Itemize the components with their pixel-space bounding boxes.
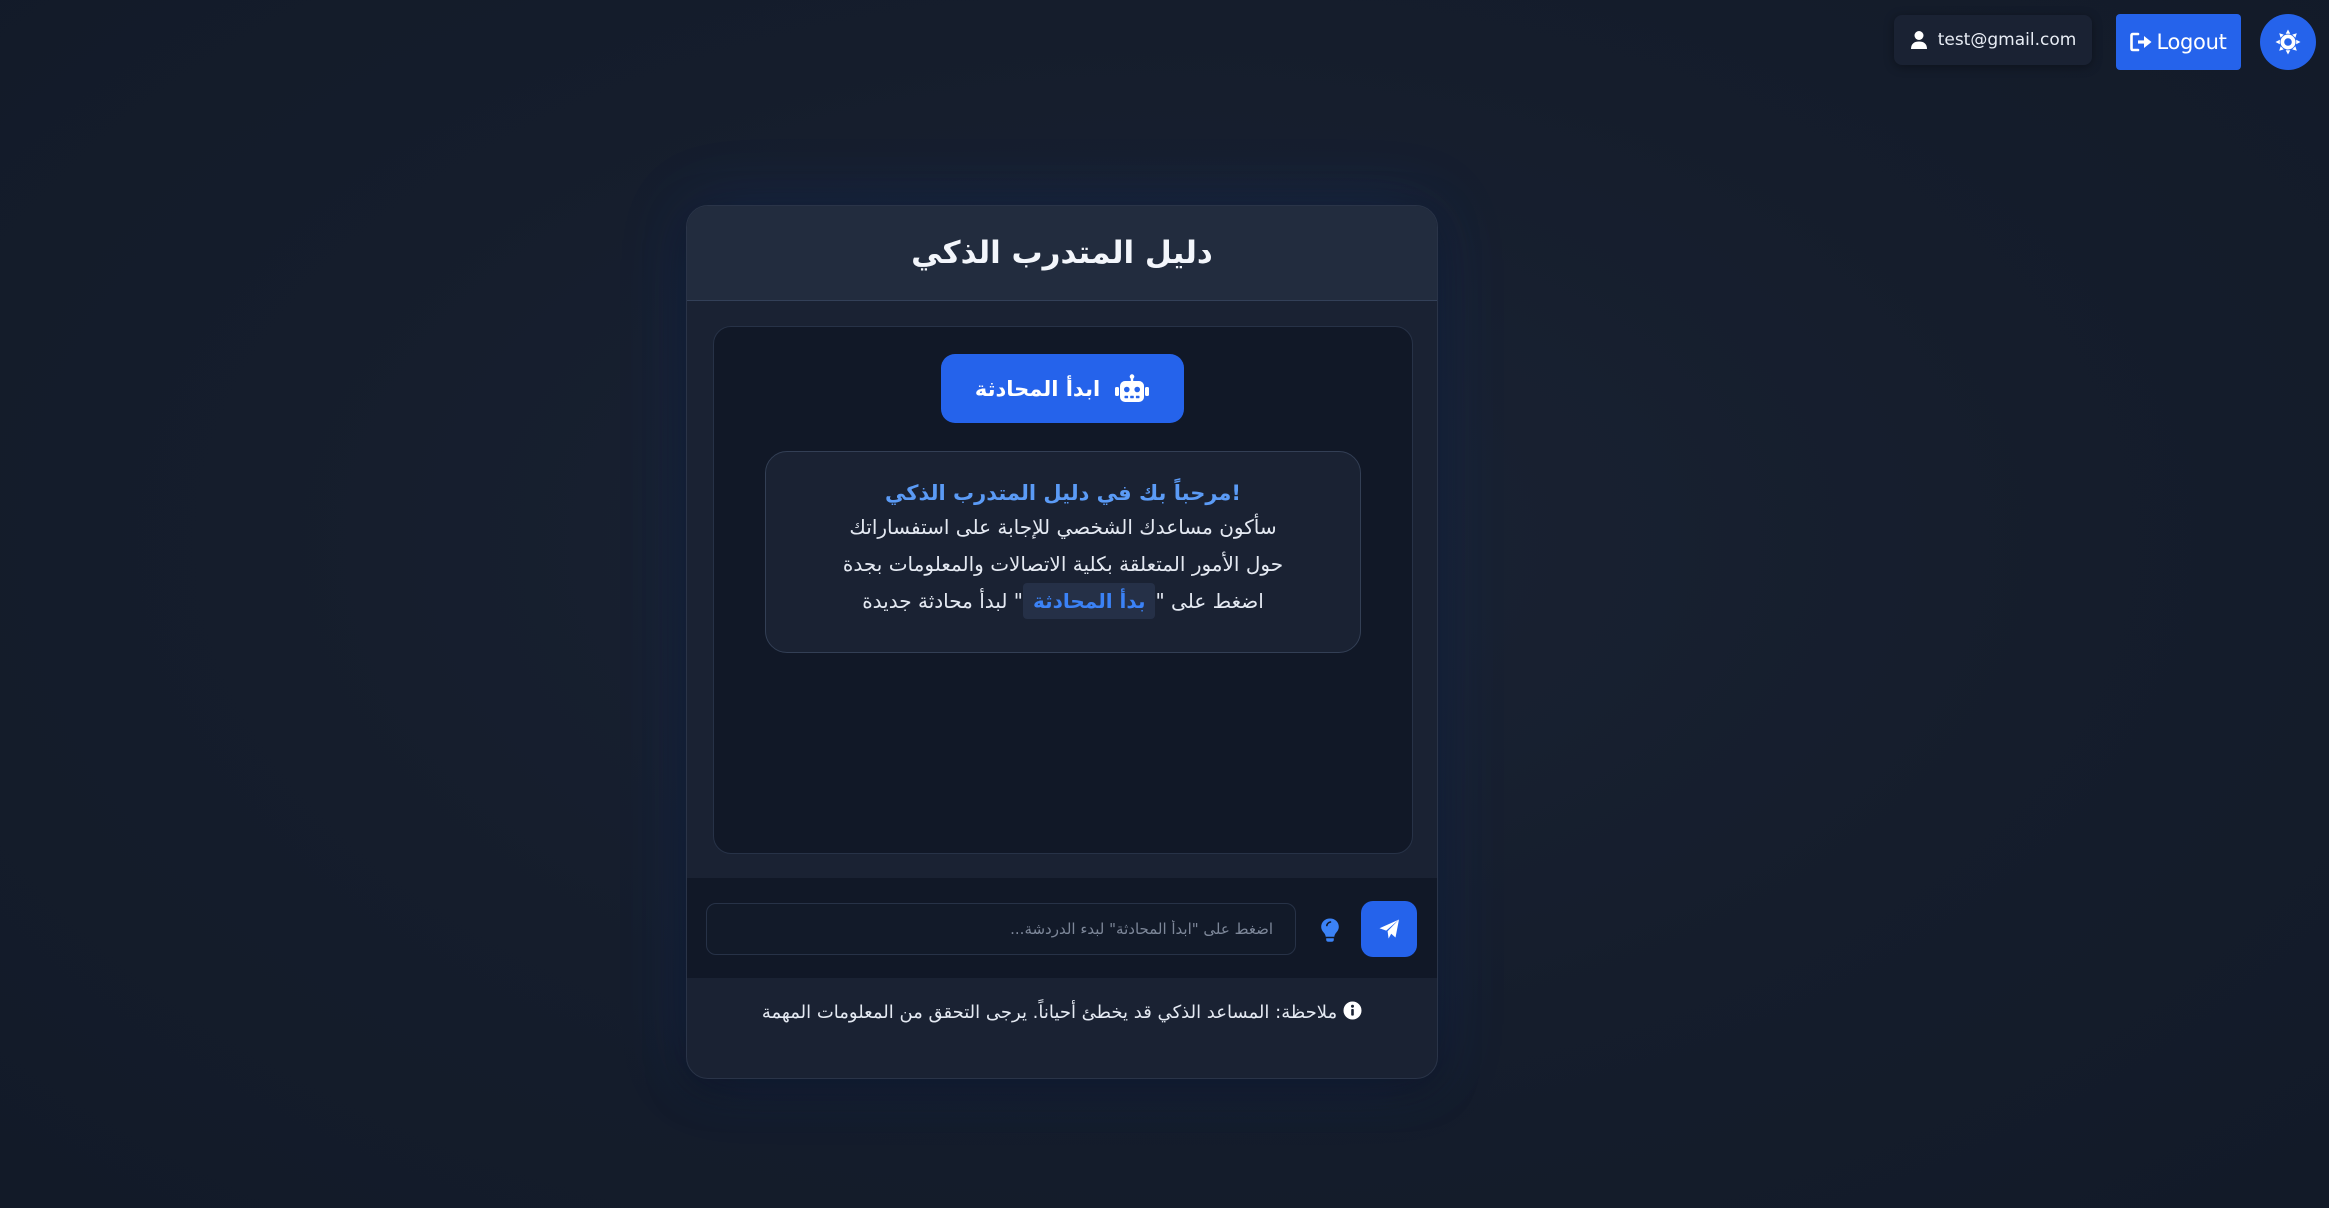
welcome-line-3: اضغط على "بدأ المحادثة" لبدأ محادثة جديد… bbox=[766, 582, 1360, 620]
user-email: test@gmail.com bbox=[1937, 30, 2077, 50]
logout-icon bbox=[2130, 32, 2152, 52]
card-header: دليل المتدرب الذكي bbox=[687, 206, 1437, 301]
lightbulb-icon bbox=[1321, 918, 1339, 942]
logout-button[interactable]: Logout bbox=[2116, 14, 2241, 70]
user-account-chip[interactable]: test@gmail.com bbox=[1894, 15, 2092, 65]
start-chat-label: ابدأ المحادثة bbox=[974, 376, 1101, 401]
chat-messages-area[interactable]: ابدأ المحادثة !مرحباً بك في دليل المتدرب… bbox=[713, 326, 1413, 854]
start-chat-highlight: بدأ المحادثة bbox=[1022, 583, 1156, 619]
message-input-bar bbox=[687, 878, 1437, 978]
user-icon bbox=[1910, 31, 1927, 49]
welcome-message: !مرحباً بك في دليل المتدرب الذكي سأكون م… bbox=[765, 451, 1361, 653]
disclaimer-text: ملاحظة: المساعد الذكي قد يخطئ أحياناً. ي… bbox=[761, 1002, 1338, 1023]
message-input[interactable] bbox=[706, 903, 1296, 955]
welcome-line-3-prefix: اضغط على " bbox=[1155, 589, 1264, 613]
logout-label: Logout bbox=[2156, 30, 2227, 54]
chat-card: دليل المتدرب الذكي ابدأ المحادثة !مرحباً… bbox=[686, 205, 1438, 1079]
robot-icon bbox=[1115, 373, 1150, 402]
start-chat-button[interactable]: ابدأ المحادثة bbox=[941, 354, 1184, 423]
page-title: دليل المتدرب الذكي bbox=[911, 235, 1213, 271]
disclaimer-note: ملاحظة: المساعد الذكي قد يخطئ أحياناً. ي… bbox=[747, 999, 1377, 1027]
welcome-title: !مرحباً بك في دليل المتدرب الذكي bbox=[885, 481, 1241, 505]
send-icon bbox=[1379, 919, 1399, 939]
send-button[interactable] bbox=[1361, 901, 1417, 957]
welcome-line-2: حول الأمور المتعلقة بكلية الاتصالات والم… bbox=[842, 552, 1284, 576]
suggestions-button[interactable] bbox=[1317, 915, 1343, 945]
sun-icon bbox=[2275, 29, 2301, 55]
welcome-line-3-suffix: " لبدأ محادثة جديدة bbox=[862, 589, 1023, 613]
theme-toggle-button[interactable] bbox=[2260, 14, 2316, 70]
welcome-line-1: سأكون مساعدك الشخصي للإجابة على استفسارا… bbox=[849, 515, 1277, 539]
info-icon bbox=[1343, 1001, 1362, 1020]
